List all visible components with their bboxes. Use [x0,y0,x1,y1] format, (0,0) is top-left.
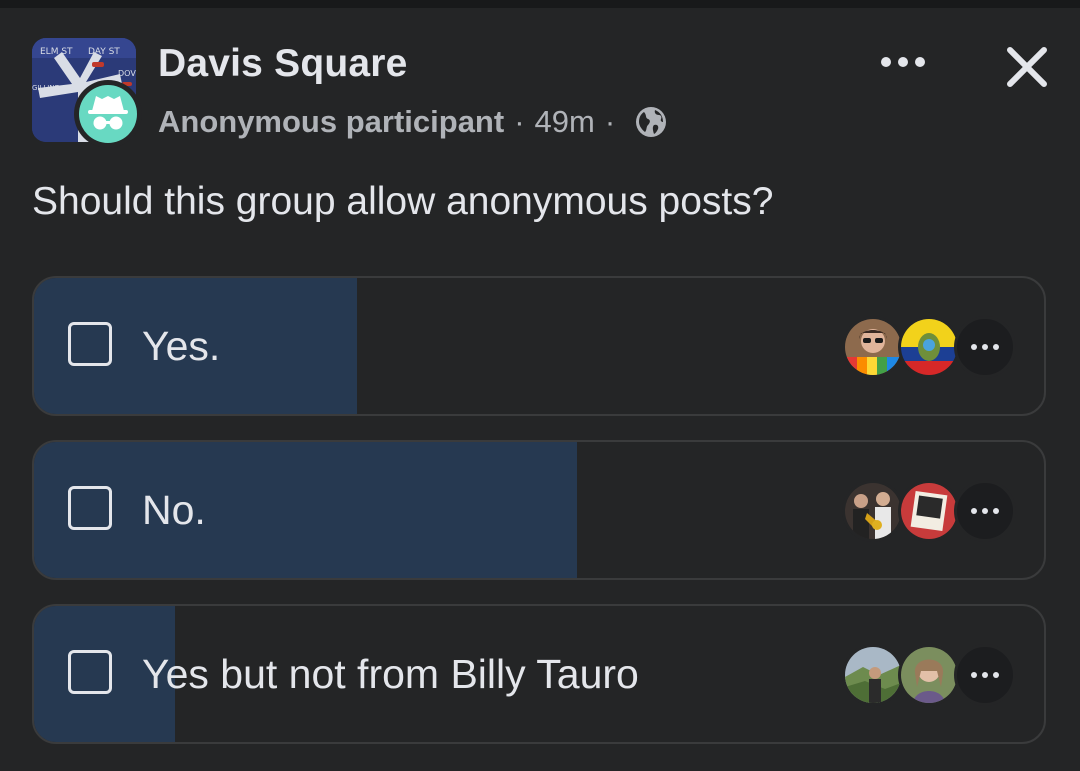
voter-avatar[interactable] [842,644,904,706]
poll-option-label: Yes but not from Billy Tauro [142,651,639,697]
poll-checkbox[interactable] [68,650,112,694]
poll-option-yes-but-not-billy[interactable]: Yes but not from Billy Tauro [32,604,1046,744]
voter-avatar[interactable] [842,480,904,542]
more-voters-icon[interactable] [954,644,1016,706]
sign-text-gilline: GILLINE AVE [32,84,75,92]
more-voters-icon[interactable] [954,480,1016,542]
post-question: Should this group allow anonymous posts? [32,180,774,223]
close-icon [1007,47,1047,87]
group-name[interactable]: Davis Square [158,42,408,86]
more-voters-icon[interactable] [954,316,1016,378]
poll-checkbox[interactable] [68,486,112,530]
poll: Yes. No. Yes but not from Billy Tauro [32,276,1048,768]
status-bar-edge [0,0,1080,8]
globe-icon [635,106,667,138]
post-meta: Anonymous participant · 49m · [158,102,667,142]
incognito-icon [79,85,137,143]
sign-text-elm: ELM ST [40,47,73,57]
voter-avatars[interactable] [842,478,1022,544]
voter-avatar[interactable] [898,644,960,706]
voter-avatars[interactable] [842,314,1022,380]
post-header: ELM ST DAY ST DOVE ST GILLINE AVE Davis … [32,38,1062,148]
poll-option-label: Yes. [142,323,221,369]
voter-avatar[interactable] [898,316,960,378]
poll-option-label: No. [142,487,206,533]
voter-avatar[interactable] [898,480,960,542]
more-options-button[interactable] [872,42,934,82]
close-button[interactable] [998,38,1056,96]
meta-separator: · [514,104,525,139]
voter-avatar[interactable] [842,316,904,378]
post-time[interactable]: 49m [535,104,595,140]
poll-option-yes[interactable]: Yes. [32,276,1046,416]
anonymous-avatar [74,80,142,148]
sign-text-day: DAY ST [88,47,120,57]
meta-separator: · [604,104,616,139]
more-horizontal-icon [881,57,925,67]
voter-avatars[interactable] [842,642,1022,708]
sign-text-dove: DOVE ST [118,69,136,78]
poll-option-no[interactable]: No. [32,440,1046,580]
author-name[interactable]: Anonymous participant [158,104,504,140]
poll-checkbox[interactable] [68,322,112,366]
poll-result-bar [34,442,578,578]
